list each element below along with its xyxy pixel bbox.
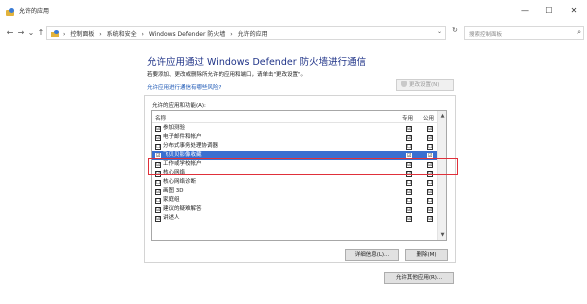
app-name: 讲述人	[163, 215, 180, 221]
breadcrumb: › 控制面板 › 系统和安全 › Windows Defender 防火墙 › …	[63, 29, 271, 38]
app-name: 电子邮件和帐户	[163, 134, 202, 140]
private-checkbox[interactable]: ☐	[406, 144, 412, 150]
shield-icon	[401, 81, 407, 87]
delete-button[interactable]: 删除(M)	[405, 249, 448, 261]
list-item[interactable]: ☑ 画图 3D ☑ ☑	[152, 187, 437, 196]
public-checkbox[interactable]: ☐	[427, 198, 433, 204]
column-name[interactable]: 名称	[155, 114, 166, 122]
private-checkbox[interactable]: ☐	[406, 180, 412, 186]
app-checkbox[interactable]: ☑	[155, 216, 161, 222]
window-title: 允许的应用	[19, 8, 50, 15]
list-header: 名称 专用 公用	[152, 111, 437, 123]
public-checkbox[interactable]: ☑	[427, 189, 433, 195]
recent-locations-button[interactable]: ⌄	[26, 27, 36, 39]
app-checkbox[interactable]: ☑	[155, 126, 161, 132]
list-item[interactable]: ☑ 建议的疑难解答 ☑ ☑	[152, 205, 437, 214]
public-checkbox[interactable]: ☐	[427, 144, 433, 150]
app-checkbox[interactable]: ☐	[155, 198, 161, 204]
details-button[interactable]: 详细信息(L)...	[345, 249, 399, 261]
app-checkbox[interactable]: ☑	[155, 135, 161, 141]
allow-other-app-button[interactable]: 允许其他应用(R)...	[384, 272, 454, 284]
instruction-text: 若要添加、更改或删除所允许的应用和端口，请单击"更改设置"。	[147, 72, 307, 78]
app-name: 画图 3D	[163, 188, 184, 194]
app-name: 家庭组	[163, 197, 180, 203]
breadcrumb-firewall[interactable]: Windows Defender 防火墙	[149, 31, 225, 38]
search-input[interactable]: 搜索控制面板 ⌕	[464, 26, 584, 40]
control-panel-icon	[51, 30, 59, 37]
list-item[interactable]: ☑ 讲述人 ☑ ☑	[152, 214, 437, 223]
annotation-highlight-box	[148, 158, 458, 175]
public-checkbox[interactable]: ☑	[427, 135, 433, 141]
search-placeholder: 搜索控制面板	[469, 32, 503, 38]
private-checkbox[interactable]: ☑	[406, 126, 412, 132]
list-item[interactable]: ☐ 分布式事务处理协调器 ☐ ☐	[152, 142, 437, 151]
app-checkbox[interactable]: ☑	[155, 207, 161, 213]
firewall-app-icon	[6, 8, 14, 16]
public-checkbox[interactable]: ☑	[427, 216, 433, 222]
breadcrumb-separator: ›	[141, 31, 144, 38]
private-checkbox[interactable]: ☑	[406, 135, 412, 141]
breadcrumb-allowed-apps[interactable]: 允许的应用	[238, 31, 268, 38]
page-title: 允许应用通过 Windows Defender 防火墙进行通信	[147, 57, 367, 68]
scroll-up-icon[interactable]: ▲	[438, 113, 446, 119]
back-button[interactable]: ←	[5, 27, 15, 39]
app-name: 建议的疑难解答	[163, 206, 202, 212]
private-checkbox[interactable]: ☑	[406, 216, 412, 222]
column-public[interactable]: 公用	[423, 114, 434, 122]
address-bar[interactable]: › 控制面板 › 系统和安全 › Windows Defender 防火墙 › …	[46, 26, 446, 40]
maximize-button[interactable]: ☐	[541, 4, 557, 18]
breadcrumb-system-security[interactable]: 系统和安全	[107, 31, 137, 38]
search-icon[interactable]: ⌕	[577, 28, 581, 37]
list-item[interactable]: ☐ 家庭组 ☐ ☐	[152, 196, 437, 205]
private-checkbox[interactable]: ☐	[406, 198, 412, 204]
chevron-down-icon[interactable]: ⌄	[437, 28, 442, 35]
private-checkbox[interactable]: ☑	[406, 189, 412, 195]
up-button[interactable]: ↑	[36, 27, 46, 39]
app-checkbox[interactable]: ☐	[155, 180, 161, 186]
allowed-apps-list[interactable]: 名称 专用 公用 ☑ 参加测验 ☑ ☑ ☑ 电子邮件和帐户 ☑ ☑ ☐ 分布式事…	[151, 110, 447, 241]
public-checkbox[interactable]: ☑	[427, 126, 433, 132]
group-title: 允许的应用和功能(A):	[152, 103, 206, 109]
list-scrollbar[interactable]: ▲ ▼	[437, 111, 446, 240]
risk-help-link[interactable]: 允许应用进行通信有哪些风险?	[147, 83, 221, 91]
forward-button[interactable]: →	[16, 27, 26, 39]
list-item[interactable]: ☐ 核心网络诊断 ☐ ☐	[152, 178, 437, 187]
minimize-button[interactable]: —	[517, 4, 533, 18]
app-name: 核心网络诊断	[163, 179, 197, 185]
public-checkbox[interactable]: ☑	[427, 207, 433, 213]
list-item[interactable]: ☑ 参加测验 ☑ ☑	[152, 124, 437, 133]
breadcrumb-separator: ›	[99, 31, 102, 38]
app-name: 参加测验	[163, 125, 186, 131]
breadcrumb-separator: ›	[63, 31, 66, 38]
list-item[interactable]: ☑ 电子邮件和帐户 ☑ ☑	[152, 133, 437, 142]
breadcrumb-control-panel[interactable]: 控制面板	[70, 31, 94, 38]
refresh-icon[interactable]: ↻	[452, 26, 458, 34]
column-private[interactable]: 专用	[402, 114, 413, 122]
change-settings-button[interactable]: 更改设置(N)	[396, 79, 454, 91]
public-checkbox[interactable]: ☐	[427, 180, 433, 186]
app-checkbox[interactable]: ☑	[155, 189, 161, 195]
private-checkbox[interactable]: ☑	[406, 207, 412, 213]
title-bar: 允许的应用 — ☐ ✕	[0, 0, 587, 24]
close-button[interactable]: ✕	[566, 4, 582, 18]
allowed-apps-group: 允许的应用和功能(A): 名称 专用 公用 ☑ 参加测验 ☑ ☑ ☑ 电子邮件和…	[144, 95, 456, 263]
scroll-down-icon[interactable]: ▼	[438, 232, 446, 238]
app-checkbox[interactable]: ☐	[155, 144, 161, 150]
breadcrumb-separator: ›	[230, 31, 233, 38]
app-name: 分布式事务处理协调器	[163, 143, 219, 149]
change-settings-label: 更改设置(N)	[409, 82, 440, 88]
